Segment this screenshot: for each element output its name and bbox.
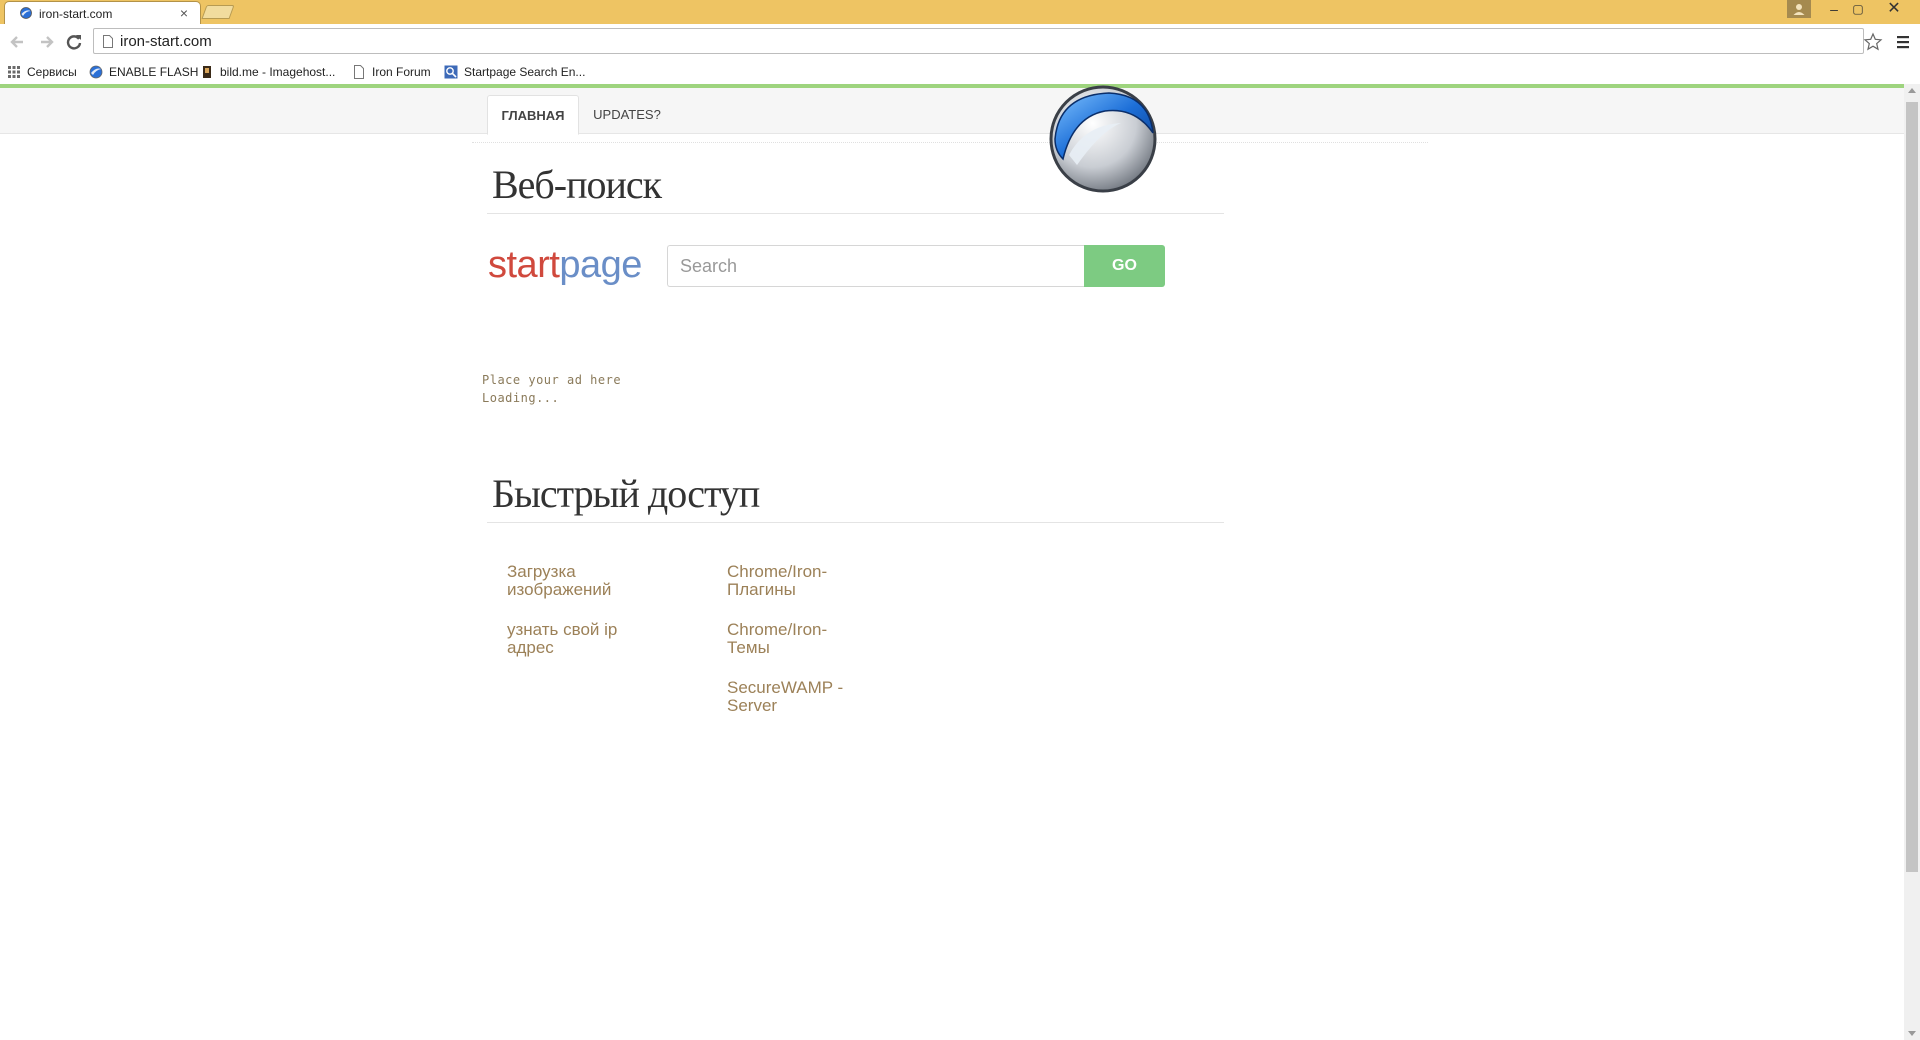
bookmark-startpage[interactable]: Startpage Search En... (444, 64, 586, 80)
apps-grid-icon (8, 66, 20, 78)
startpage-logo-start: start (488, 244, 560, 286)
ad-placeholder-text: Place your ad here (482, 373, 622, 387)
menu-icon[interactable] (1895, 32, 1911, 52)
iron-globe-icon (89, 65, 103, 79)
page-nav-bar (0, 88, 1904, 134)
tab-home[interactable]: ГЛАВНАЯ (487, 95, 579, 135)
bild-favicon-icon (203, 66, 211, 78)
address-bar[interactable]: iron-start.com (93, 28, 1864, 54)
startpage-favicon-icon (444, 65, 458, 79)
bookmarks-bar: Сервисы ENABLE FLASH bild.me - Imagehost… (0, 60, 1920, 84)
bookmark-iron-forum[interactable]: Iron Forum (352, 64, 438, 80)
vertical-scrollbar[interactable] (1904, 84, 1920, 1040)
browser-toolbar: iron-start.com (0, 24, 1920, 60)
startpage-logo[interactable]: startpage (488, 244, 642, 287)
bookmark-label: Iron Forum (372, 65, 431, 79)
search-input[interactable] (667, 245, 1085, 287)
bookmark-star-icon[interactable] (1863, 32, 1883, 52)
tab-title: iron-start.com (39, 7, 113, 21)
srware-iron-logo (1049, 85, 1157, 193)
url-text: iron-start.com (120, 33, 212, 50)
minimize-button[interactable]: – (1823, 0, 1845, 20)
web-search-title: Веб-поиск (492, 162, 662, 207)
iron-favicon-icon (20, 7, 32, 19)
close-window-button[interactable]: ✕ (1873, 0, 1915, 20)
bookmark-label: Сервисы (27, 65, 77, 79)
bookmark-label: ENABLE FLASH (109, 65, 199, 79)
page-icon (354, 65, 364, 79)
quick-link-themes[interactable]: Chrome/Iron-Темы (727, 621, 857, 657)
bookmark-enable-flash[interactable]: ENABLE FLASH (89, 64, 198, 80)
back-arrow-icon[interactable] (7, 31, 29, 53)
maximize-button[interactable]: ▢ (1847, 0, 1869, 20)
scrollbar-thumb[interactable] (1906, 102, 1918, 872)
go-button[interactable]: GO (1084, 245, 1165, 287)
tab-updates[interactable]: UPDATES? (587, 95, 667, 135)
bookmark-bild-me[interactable]: bild.me - Imagehost... (200, 64, 344, 80)
scroll-up-arrow-icon[interactable] (1908, 88, 1916, 93)
quick-link-image-upload[interactable]: Загрузка изображений (507, 563, 637, 599)
browser-tab[interactable]: iron-start.com × (4, 1, 201, 24)
bookmark-label: Startpage Search En... (464, 65, 586, 79)
reload-icon[interactable] (63, 31, 85, 53)
ad-loading-text: Loading... (482, 391, 560, 405)
divider (487, 213, 1224, 214)
quick-link-my-ip[interactable]: узнать свой ip адрес (507, 621, 637, 657)
quick-link-securewamp[interactable]: SecureWAMP - Server (727, 679, 857, 715)
new-tab-button[interactable] (201, 5, 235, 19)
forward-arrow-icon[interactable] (35, 31, 57, 53)
bookmark-apps[interactable]: Сервисы (7, 64, 83, 80)
title-bar: iron-start.com × – ▢ ✕ (0, 0, 1920, 24)
quick-link-plugins[interactable]: Chrome/Iron-Плагины (727, 563, 857, 599)
quick-access-title: Быстрый доступ (492, 471, 760, 516)
page-icon (103, 35, 113, 48)
startpage-logo-page: page (559, 244, 642, 286)
divider (487, 522, 1224, 523)
divider (472, 142, 1428, 143)
bookmark-label: bild.me - Imagehost... (220, 65, 336, 79)
profile-button[interactable] (1787, 0, 1811, 18)
scroll-down-arrow-icon[interactable] (1908, 1031, 1916, 1036)
user-icon (1793, 4, 1805, 15)
tab-close-icon[interactable]: × (180, 5, 188, 21)
